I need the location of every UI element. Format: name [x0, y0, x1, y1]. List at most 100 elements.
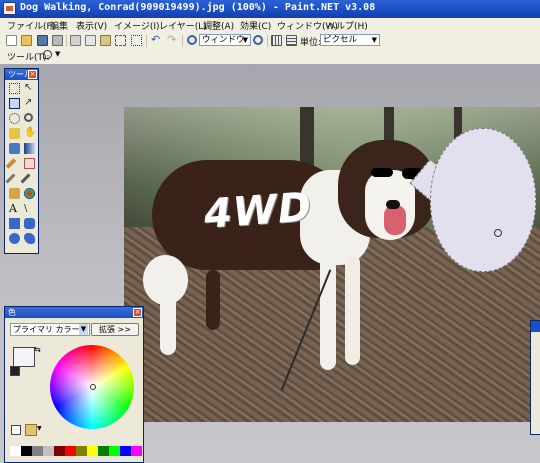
deselect-icon[interactable] — [131, 35, 142, 46]
color-mode-value: プライマリ カラー — [13, 325, 80, 334]
close-icon[interactable]: × — [28, 70, 37, 79]
title-bar: Dog Walking, Conrad(909019499).jpg (100%… — [0, 0, 540, 18]
toolbar-separator — [66, 35, 67, 47]
palette-swatch[interactable] — [87, 446, 98, 456]
layers-panel-partial[interactable] — [530, 320, 540, 435]
palette-swatch[interactable] — [98, 446, 109, 456]
colors-panel-title: 色 — [5, 307, 143, 318]
chevron-down-icon[interactable]: ▼ — [37, 425, 42, 432]
units-combobox[interactable]: ピクセル ▼ — [320, 34, 380, 46]
ellipse-shape-icon[interactable] — [9, 233, 20, 244]
cut-icon[interactable] — [70, 35, 81, 46]
magic-wand-icon[interactable] — [9, 128, 20, 139]
chevron-down-icon: ▼ — [371, 36, 377, 44]
color-wheel-cursor — [90, 384, 96, 390]
dog-hind-leg — [206, 270, 220, 330]
ellipse-select-icon[interactable] — [9, 113, 20, 124]
copy-icon[interactable] — [85, 35, 96, 46]
paste-icon[interactable] — [100, 35, 111, 46]
chevron-down-icon: ▼ — [242, 36, 248, 44]
dog-front-leg — [345, 255, 360, 365]
palette-swatch[interactable] — [54, 446, 65, 456]
rectangle-shape-icon[interactable] — [9, 218, 20, 229]
zoom-icon[interactable] — [24, 113, 33, 122]
color-mode-dropdown[interactable]: プライマリ カラー ▼ — [10, 323, 90, 336]
crop-to-selection-icon[interactable] — [115, 35, 126, 46]
zoom-in-icon[interactable] — [253, 35, 263, 45]
zoom-combobox[interactable]: ウィンドウ ▼ — [199, 34, 251, 46]
pencil-icon[interactable] — [5, 173, 16, 184]
tool-options-bar: ツール(T): ▼ — [0, 49, 540, 65]
palette-swatch[interactable] — [65, 446, 76, 456]
dog-hind-leg — [160, 290, 176, 355]
paintnet-app-icon — [3, 2, 16, 15]
paint-bucket-icon[interactable] — [9, 143, 20, 154]
palette-menu-icon[interactable] — [11, 425, 21, 435]
main-toolbar: ↶ ↷ ウィンドウ ▼ 単位: ピクセル ▼ — [0, 33, 540, 50]
menu-help[interactable]: ヘルプ(H) — [327, 19, 368, 32]
new-file-icon[interactable] — [6, 35, 17, 46]
layers-panel-header — [531, 321, 540, 332]
cursor-icon — [494, 229, 502, 237]
text-tool-icon[interactable]: A — [9, 203, 20, 214]
ruler-icon[interactable] — [286, 35, 297, 46]
move-selected-pixels-icon[interactable]: ↗ — [24, 98, 35, 109]
menu-adjustments[interactable]: 調整(A) — [203, 19, 234, 32]
menu-edit[interactable]: 編集 — [50, 19, 68, 32]
zoom-out-icon[interactable] — [187, 35, 197, 45]
menu-image[interactable]: イメージ(I) — [114, 19, 160, 32]
lasso-select-icon[interactable] — [43, 50, 52, 59]
palette-swatch[interactable] — [109, 446, 120, 456]
rectangle-select-icon[interactable] — [9, 83, 20, 94]
units-label: 単位: — [300, 38, 322, 48]
toolbar-separator — [182, 35, 183, 47]
undo-icon[interactable]: ↶ — [151, 34, 162, 46]
window-title: Dog Walking, Conrad(909019499).jpg (100%… — [20, 2, 376, 13]
redo-icon[interactable]: ↷ — [167, 34, 178, 46]
line-curve-icon[interactable]: \ — [24, 203, 35, 214]
primary-color-swatch[interactable] — [13, 347, 35, 367]
toolbar-separator — [146, 35, 147, 47]
units-value: ピクセル — [323, 35, 358, 45]
dog-nose — [386, 200, 400, 209]
recolor-icon[interactable] — [24, 188, 35, 199]
close-icon[interactable]: × — [133, 308, 142, 317]
save-icon[interactable] — [37, 35, 48, 46]
lasso-select-icon[interactable] — [9, 98, 20, 109]
speech-bubble[interactable] — [430, 128, 536, 272]
eraser-icon[interactable] — [24, 158, 35, 169]
reset-colors-icon[interactable] — [10, 366, 20, 376]
chevron-down-icon[interactable]: ▼ — [55, 50, 60, 58]
palette-options-icon[interactable] — [25, 424, 37, 436]
move-selection-icon[interactable]: ↖ — [24, 83, 35, 94]
menu-bar: ファイル(F) 編集 表示(V) イメージ(I) レイヤー(L) 調整(A) 効… — [0, 18, 540, 34]
print-icon[interactable] — [52, 35, 63, 46]
toolbar-separator — [267, 35, 268, 47]
colors-panel: 色 × プライマリ カラー ▼ 拡張 >> ⇆ ▼ — [4, 306, 144, 463]
menu-view[interactable]: 表示(V) — [76, 19, 107, 32]
gradient-icon[interactable] — [24, 143, 35, 154]
canvas-overlay-text: 4WD — [202, 184, 314, 238]
open-folder-icon[interactable] — [21, 35, 32, 46]
menu-layers[interactable]: レイヤー(L) — [159, 19, 207, 32]
pan-hand-icon[interactable]: ✋ — [24, 128, 36, 139]
freeform-shape-icon[interactable] — [24, 233, 35, 244]
palette-swatch[interactable] — [10, 446, 21, 456]
grid-icon[interactable] — [271, 35, 282, 46]
paintbrush-icon[interactable] — [5, 158, 17, 169]
menu-effects[interactable]: 効果(C) — [240, 19, 271, 32]
swap-colors-icon[interactable]: ⇆ — [34, 345, 41, 354]
palette-swatch[interactable] — [76, 446, 87, 456]
menu-file[interactable]: ファイル(F) — [7, 19, 55, 32]
rounded-rectangle-icon[interactable] — [24, 218, 35, 229]
clone-stamp-icon[interactable] — [9, 188, 20, 199]
tools-panel: ツール × ↖ ↗ ✋ A \ — [4, 68, 39, 254]
palette-swatch[interactable] — [131, 446, 142, 456]
chevron-down-icon: ▼ — [79, 324, 88, 335]
expand-button[interactable]: 拡張 >> — [91, 323, 139, 336]
palette-swatch[interactable] — [120, 446, 131, 456]
palette-swatch[interactable] — [21, 446, 32, 456]
palette-swatch[interactable] — [32, 446, 43, 456]
color-picker-icon[interactable] — [20, 173, 31, 184]
palette-swatch[interactable] — [43, 446, 54, 456]
